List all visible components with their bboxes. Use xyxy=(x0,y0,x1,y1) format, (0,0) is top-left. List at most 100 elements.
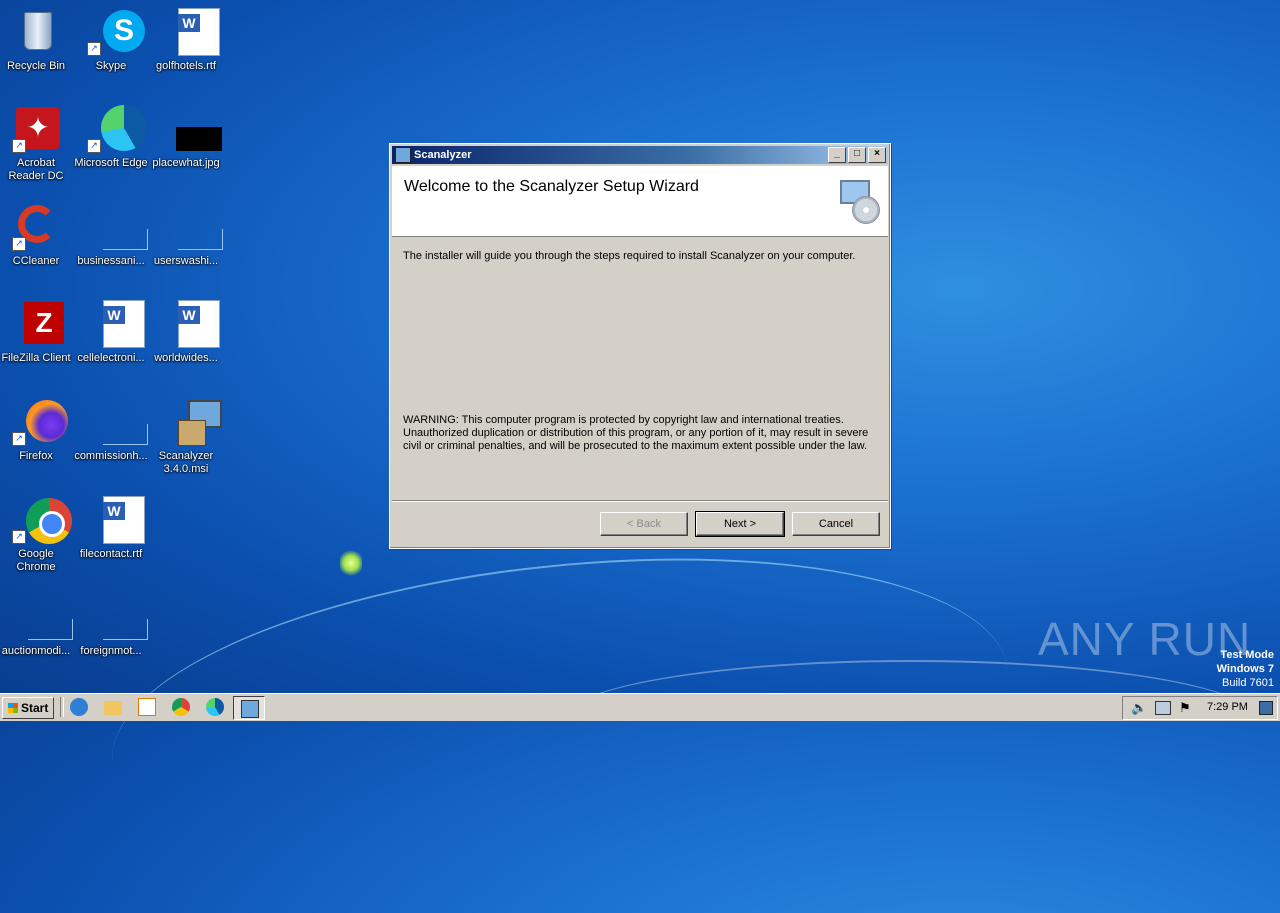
desktop-icon-ccleaner[interactable]: ↗ CCleaner xyxy=(0,203,74,268)
next-button[interactable]: Next > xyxy=(695,511,785,537)
media-player-icon[interactable] xyxy=(138,698,156,716)
desktop-icon-auctionmodi[interactable]: auctionmodi... xyxy=(0,593,74,658)
desktop-icon-placewhat[interactable]: placewhat.jpg xyxy=(148,105,224,170)
cancel-button[interactable]: Cancel xyxy=(792,512,880,536)
shortcut-arrow-icon: ↗ xyxy=(12,530,26,544)
clock[interactable]: 7:29 PM xyxy=(1207,701,1248,713)
desktop-icon-scanalyzer-msi[interactable]: Scanalyzer 3.4.0.msi xyxy=(148,398,224,476)
desktop-icon-label: userswashi... xyxy=(153,255,219,267)
app-icon xyxy=(395,147,411,163)
desktop-icon-label: commissionh... xyxy=(74,450,148,462)
wizard-heading: Welcome to the Scanalyzer Setup Wizard xyxy=(404,178,699,195)
recycle-bin-icon xyxy=(12,8,60,56)
desktop-icon-firefox[interactable]: ↗ Firefox xyxy=(0,398,74,463)
desktop-icon-cellelectroni[interactable]: W cellelectroni... xyxy=(73,300,149,365)
warning-text: WARNING: This computer program is protec… xyxy=(403,414,869,452)
maximize-button[interactable]: □ xyxy=(848,147,866,163)
desktop-icon-chrome[interactable]: ↗ Google Chrome xyxy=(0,496,74,574)
start-button[interactable]: Start xyxy=(2,697,54,719)
blank-file-icon xyxy=(12,593,73,641)
skype-icon: S ↗ xyxy=(87,8,145,56)
network-icon[interactable] xyxy=(1155,701,1171,715)
setup-wizard-window[interactable]: Scanalyzer _ □ × Welcome to the Scanalyz… xyxy=(389,143,891,549)
blank-file-icon xyxy=(87,593,148,641)
window-title: Scanalyzer xyxy=(414,149,472,161)
desktop-icon-label: worldwides... xyxy=(154,352,218,364)
file-explorer-icon[interactable] xyxy=(104,701,122,715)
filezilla-icon: Z xyxy=(12,300,64,348)
desktop-icon-userswashi[interactable]: userswashi... xyxy=(148,203,224,268)
desktop-icon-label: Recycle Bin xyxy=(6,60,66,72)
start-label: Start xyxy=(21,701,49,715)
wizard-header: Welcome to the Scanalyzer Setup Wizard xyxy=(392,166,888,237)
word-document-icon: W xyxy=(162,8,220,56)
desktop-icon-filezilla[interactable]: Z FileZilla Client xyxy=(0,300,74,365)
shortcut-arrow-icon: ↗ xyxy=(12,139,26,153)
desktop-icon-edge[interactable]: ↗ Microsoft Edge xyxy=(73,105,149,170)
desktop-icon-worldwides[interactable]: W worldwides... xyxy=(148,300,224,365)
os-badge-line: Test Mode xyxy=(1220,649,1274,661)
window-titlebar[interactable]: Scanalyzer _ □ × xyxy=(392,146,888,164)
blank-file-icon xyxy=(162,203,223,251)
desktop-icon-label: businessani... xyxy=(77,255,145,267)
show-desktop-icon[interactable] xyxy=(1259,701,1273,715)
installer-package-icon xyxy=(162,398,222,446)
desktop-icon-businessani[interactable]: businessani... xyxy=(73,203,149,268)
ccleaner-icon: ↗ xyxy=(12,203,60,251)
desktop-icon-label: Acrobat Reader DC xyxy=(8,157,64,182)
back-button[interactable]: < Back xyxy=(600,512,688,536)
desktop-icon-label: Scanalyzer 3.4.0.msi xyxy=(158,450,214,475)
chrome-taskbar-icon[interactable] xyxy=(172,698,190,716)
os-badge: Test Mode Windows 7 Build 7601 xyxy=(1160,648,1274,690)
os-badge-line: Windows 7 xyxy=(1216,663,1274,675)
word-document-icon: W xyxy=(162,300,220,348)
chrome-icon: ↗ xyxy=(12,496,72,544)
word-document-icon: W xyxy=(87,300,145,348)
os-badge-line: Build 7601 xyxy=(1222,677,1274,689)
wallpaper-flare xyxy=(340,548,362,578)
shortcut-arrow-icon: ↗ xyxy=(12,237,26,251)
image-file-icon xyxy=(162,105,222,153)
acrobat-icon: ✦ ↗ xyxy=(12,105,60,153)
desktop-icon-label: auctionmodi... xyxy=(1,645,71,657)
intro-text: The installer will guide you through the… xyxy=(403,250,856,262)
desktop-icon-label: golfhotels.rtf xyxy=(156,60,216,72)
desktop-icon-label: filecontact.rtf xyxy=(79,548,143,560)
volume-icon[interactable]: 🔈 xyxy=(1131,700,1147,716)
desktop-icon-commissionh[interactable]: commissionh... xyxy=(73,398,149,463)
shortcut-arrow-icon: ↗ xyxy=(87,42,101,56)
desktop-icon-recycle-bin[interactable]: Recycle Bin xyxy=(0,8,74,73)
system-tray: 🔈 ⚑ 7:29 PM xyxy=(1122,696,1278,720)
minimize-button[interactable]: _ xyxy=(828,147,846,163)
desktop-icon-label: Google Chrome xyxy=(16,548,56,573)
internet-explorer-icon[interactable] xyxy=(70,698,88,716)
desktop-icon-label: Firefox xyxy=(19,450,53,462)
close-button[interactable]: × xyxy=(868,147,886,163)
edge-icon: ↗ xyxy=(87,105,147,153)
windows-logo-icon xyxy=(7,703,18,713)
desktop-icon-label: CCleaner xyxy=(12,255,60,267)
desktop-icon-label: Skype xyxy=(95,60,127,72)
wallpaper-swoosh xyxy=(560,660,1260,782)
action-center-flag-icon[interactable]: ⚑ xyxy=(1179,700,1191,716)
shortcut-arrow-icon: ↗ xyxy=(12,432,26,446)
desktop-icon-acrobat[interactable]: ✦ ↗ Acrobat Reader DC xyxy=(0,105,74,183)
quicklaunch-separator xyxy=(60,697,64,717)
firefox-icon: ↗ xyxy=(12,398,68,446)
desktop-icon-filecontact[interactable]: W filecontact.rtf xyxy=(73,496,149,561)
taskbar-item-scanalyzer[interactable] xyxy=(233,696,265,720)
desktop-icon-label: foreignmot... xyxy=(80,645,142,657)
edge-taskbar-icon[interactable] xyxy=(206,698,224,716)
blank-file-icon xyxy=(87,398,148,446)
computer-cd-icon xyxy=(838,178,882,224)
desktop-icon-golfhotels[interactable]: W golfhotels.rtf xyxy=(148,8,224,73)
word-document-icon: W xyxy=(87,496,145,544)
installer-package-icon xyxy=(241,700,259,718)
taskbar: Start 🔈 ⚑ 7:29 PM xyxy=(0,693,1280,721)
desktop-icon-label: placewhat.jpg xyxy=(152,157,220,169)
desktop-icon-skype[interactable]: S ↗ Skype xyxy=(73,8,149,73)
desktop-icon-label: Microsoft Edge xyxy=(74,157,148,169)
desktop-icon-foreignmot[interactable]: foreignmot... xyxy=(73,593,149,658)
desktop-icon-label: FileZilla Client xyxy=(1,352,71,364)
blank-file-icon xyxy=(87,203,148,251)
